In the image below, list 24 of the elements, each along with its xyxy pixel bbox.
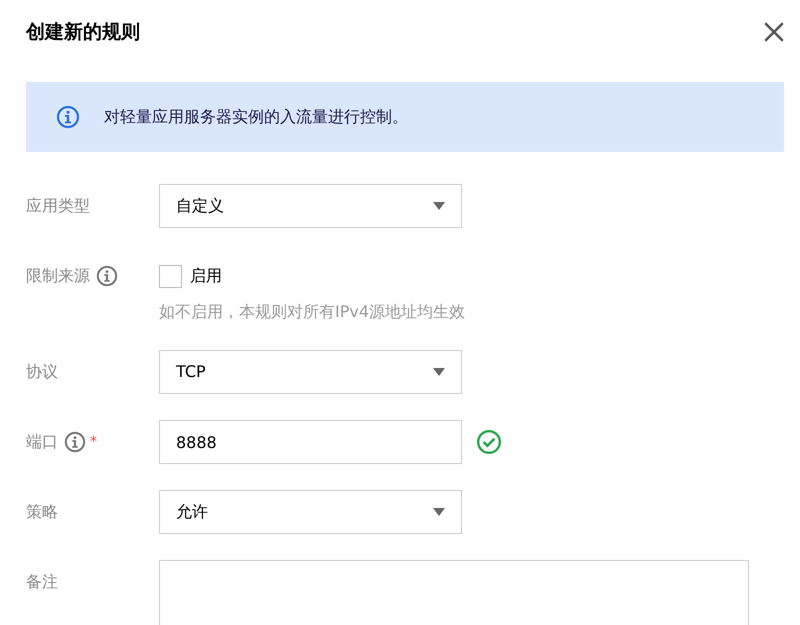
field-label: 备注: [26, 571, 58, 593]
close-icon: [764, 22, 784, 42]
caret-icon: [433, 508, 445, 516]
select-field[interactable]: 自定义: [159, 184, 462, 228]
info-icon: [56, 105, 80, 129]
field-label: 应用类型: [26, 195, 90, 217]
field-label: 端口: [26, 431, 58, 453]
required-mark: *: [90, 432, 97, 452]
caret-icon: [433, 368, 445, 376]
field-label: 策略: [26, 501, 58, 523]
dialog-title: 创建新的规则: [26, 20, 140, 45]
info-icon: [64, 431, 86, 453]
select-field[interactable]: TCP: [159, 350, 462, 394]
checkbox[interactable]: [159, 264, 182, 288]
notice-text: 对轻量应用服务器实例的入流量进行控制。: [104, 106, 408, 128]
select-field[interactable]: 允许: [159, 490, 462, 534]
info-icon: [96, 265, 118, 287]
field-label: 协议: [26, 361, 58, 383]
close-button[interactable]: [762, 20, 786, 44]
checkbox-label: 启用: [190, 265, 222, 287]
caret-icon: [433, 202, 445, 210]
hint-text: 如不启用，本规则对所有IPv4源地址均生效: [159, 301, 466, 323]
input-field[interactable]: 8888: [159, 420, 462, 464]
field-label: 限制来源: [26, 265, 90, 287]
